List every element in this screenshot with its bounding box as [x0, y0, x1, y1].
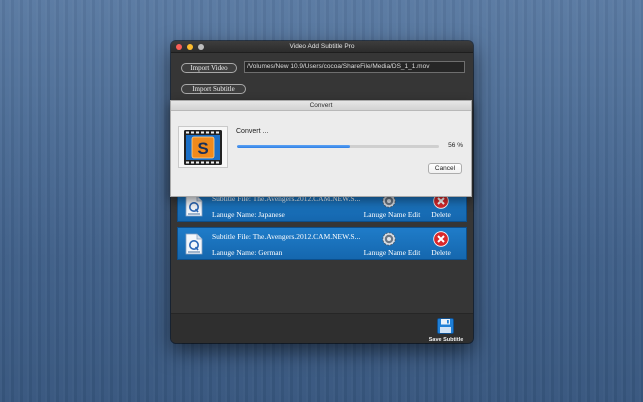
- subtitle-file-name: Subtitle File: The.Avengers.2012.CAM.NEW…: [212, 232, 361, 241]
- progress-percent: 56 %: [448, 142, 463, 149]
- dialog-title: Convert: [171, 101, 471, 111]
- subtitle-row[interactable]: Subtitle File: The.Avengers.2012.CAM.NEW…: [177, 227, 467, 260]
- quicktime-file-icon: [185, 233, 203, 255]
- delete-label[interactable]: Delete: [427, 210, 455, 219]
- save-subtitle-label: Save Subtitle: [428, 337, 464, 343]
- language-edit-label[interactable]: Lanuge Name Edit: [361, 248, 423, 257]
- progress-bar: [237, 145, 439, 148]
- window-title: Video Add Subtitle Pro: [289, 43, 355, 50]
- app-thumbnail: S: [178, 126, 228, 168]
- video-path-field[interactable]: /Volumes/New 10.9/Users/cocoa/ShareFile/…: [244, 61, 465, 73]
- convert-status: Convert ...: [236, 128, 269, 135]
- gear-icon[interactable]: [381, 231, 397, 247]
- convert-dialog: Convert S Convert ... 56 % Cancel: [170, 100, 472, 197]
- save-subtitle-button[interactable]: Save Subtitle: [426, 318, 466, 343]
- cancel-button[interactable]: Cancel: [428, 163, 462, 174]
- floppy-disk-icon: [437, 318, 454, 334]
- title-bar: Video Add Subtitle Pro: [171, 41, 473, 53]
- bottom-toolbar: Save Subtitle: [171, 313, 473, 343]
- delete-icon[interactable]: [433, 231, 449, 247]
- import-subtitle-button[interactable]: Import Subtitle: [181, 84, 246, 94]
- subtitle-language: Lanuge Name: Japanese: [212, 210, 285, 219]
- import-video-button[interactable]: Import Video: [181, 63, 237, 73]
- svg-text:S: S: [197, 139, 208, 158]
- film-strip-s-icon: S: [184, 130, 222, 165]
- quicktime-file-icon: [185, 195, 203, 217]
- subtitle-list: Subtitle File: The.Avengers.2012.CAM.NEW…: [177, 189, 467, 265]
- language-edit-label[interactable]: Lanuge Name Edit: [361, 210, 423, 219]
- subtitle-language: Lanuge Name: German: [212, 248, 283, 257]
- delete-label[interactable]: Delete: [427, 248, 455, 257]
- progress-fill: [237, 145, 351, 148]
